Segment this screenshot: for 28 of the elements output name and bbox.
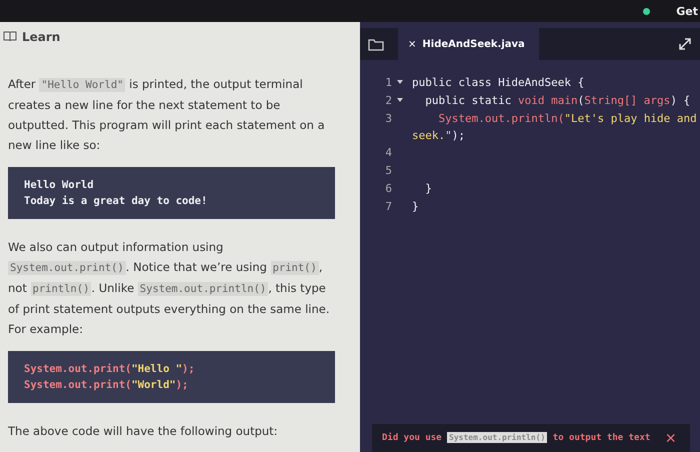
code-line: System.out.print("Hello "); <box>24 362 196 377</box>
code-text: public class HideAndSeek { <box>411 75 586 91</box>
book-icon <box>3 31 17 42</box>
folder-icon[interactable] <box>368 38 384 50</box>
line-number: 7 <box>384 199 392 215</box>
output-line: Today is a great day to code! <box>24 194 208 209</box>
code-text: System.out.println("Let's play hide and seek."); <box>411 111 697 144</box>
error-message: Did you use System.out.println() to output the text <box>382 433 650 443</box>
line-number: 2 <box>384 93 392 109</box>
learn-title: Learn <box>22 30 60 44</box>
paragraph: After "Hello World" is printed, the output terminal creates a new line for the next statement to be outputted. This program will print each statement on a new line like so: <box>8 76 326 154</box>
code-text: } <box>424 181 433 197</box>
file-tab[interactable]: × HideAndSeek.java <box>398 28 539 60</box>
code-line: System.out.print("World"); <box>24 378 190 393</box>
paragraph: We also can output information using System.out.print() . Notice that we’re using print() , not println() . Unlike System.out.println() , this type of print statement outputs everything on the same line. For example: <box>8 239 330 338</box>
close-button[interactable]: × <box>665 428 676 448</box>
output-line: Hello World <box>24 178 95 193</box>
line-number: 5 <box>384 163 392 179</box>
expand-icon[interactable] <box>678 37 692 51</box>
line-number: 4 <box>384 145 392 161</box>
line-number: 1 <box>384 75 392 91</box>
code-text: } <box>411 199 420 215</box>
line-number: 3 <box>384 111 392 127</box>
status-dot <box>643 8 650 14</box>
get-link[interactable]: Get <box>676 4 698 18</box>
code-text: public static void main(String[] args) { <box>424 93 692 109</box>
line-number: 6 <box>384 181 392 197</box>
paragraph: The above code will have the following output: <box>8 423 279 440</box>
